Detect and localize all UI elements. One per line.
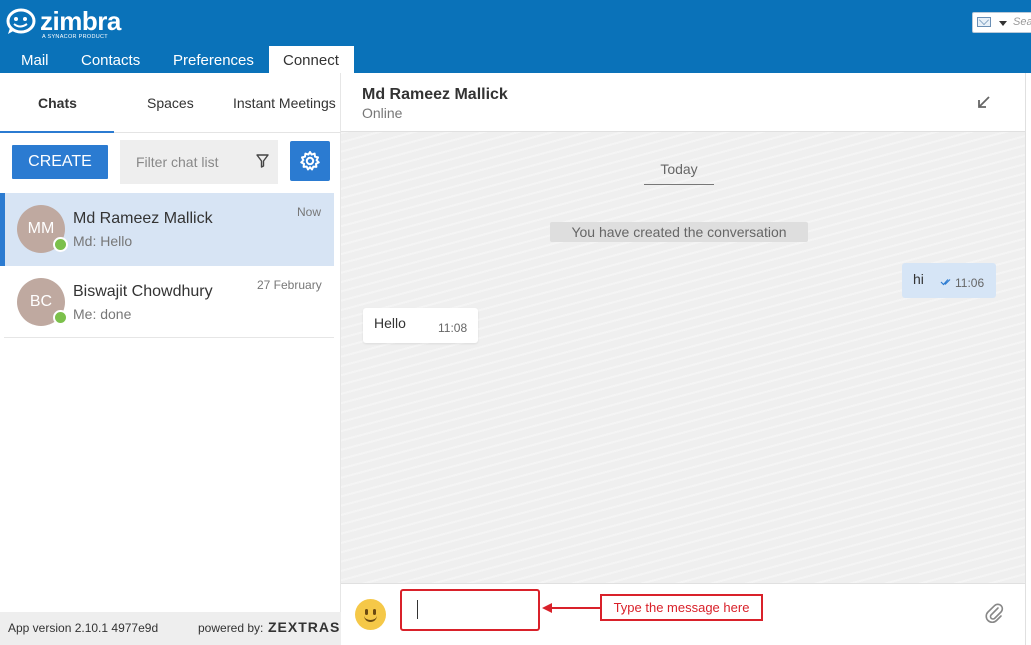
active-tab-indicator	[0, 131, 114, 133]
chat-last-message: Me: done	[73, 306, 132, 322]
attachment-icon[interactable]	[984, 602, 1004, 624]
search-placeholder[interactable]: Sea	[1013, 16, 1031, 28]
logo-text: zimbra	[40, 6, 121, 36]
sidebar-footer: App version 2.10.1 4977e9d powered by: Z…	[0, 612, 341, 645]
powered-by-label: powered by:	[198, 621, 264, 635]
day-separator: Today	[660, 161, 698, 177]
outgoing-message[interactable]: hi 11:06	[902, 263, 996, 298]
message-area: Today You have created the conversation …	[341, 132, 1025, 583]
tab-contacts[interactable]: Contacts	[81, 46, 140, 73]
read-check-icon	[940, 279, 951, 286]
minimize-icon[interactable]	[977, 95, 991, 109]
tab-instant-meetings[interactable]: Instant Meetings	[233, 95, 336, 111]
app-version: App version 2.10.1 4977e9d	[8, 621, 159, 635]
tab-mail[interactable]: Mail	[21, 46, 49, 73]
tab-spaces[interactable]: Spaces	[147, 95, 194, 111]
conversation-status: Online	[362, 105, 403, 121]
annotation-label: Type the message here	[600, 594, 763, 621]
day-separator-line	[644, 184, 714, 185]
zextras-logo: ZEXTRAS	[268, 619, 341, 635]
tab-connect[interactable]: Connect	[269, 46, 354, 73]
conversation-pane: Md Rameez Mallick Online Today You have …	[341, 73, 1031, 645]
emoji-mouth	[364, 615, 377, 622]
annotation-arrow-icon	[542, 603, 600, 613]
filter-placeholder: Filter chat list	[136, 154, 219, 170]
pane-edge	[1025, 73, 1031, 645]
chat-name: Md Rameez Mallick	[73, 210, 213, 227]
chat-settings-button[interactable]	[290, 141, 330, 181]
chat-time: 27 February	[257, 278, 322, 292]
online-status-icon	[53, 237, 68, 252]
emoji-icon[interactable]	[355, 599, 386, 630]
chevron-down-icon[interactable]	[999, 21, 1007, 26]
message-text: Hello	[374, 315, 406, 331]
chat-list-item[interactable]: BC Biswajit Chowdhury Me: done 27 Februa…	[0, 266, 334, 339]
search-box[interactable]: Sea	[972, 12, 1031, 33]
message-time: 11:08	[438, 321, 468, 335]
system-message: You have created the conversation	[550, 222, 808, 242]
mail-icon[interactable]	[977, 17, 991, 27]
create-button[interactable]: CREATE	[12, 145, 108, 179]
filter-chat-input[interactable]: Filter chat list	[120, 140, 278, 184]
message-input[interactable]	[400, 589, 540, 631]
filter-icon[interactable]	[256, 154, 269, 168]
tab-chats[interactable]: Chats	[38, 95, 77, 111]
text-cursor	[417, 600, 418, 619]
gear-icon	[300, 151, 320, 171]
conversation-header: Md Rameez Mallick Online	[341, 73, 1025, 132]
selected-indicator	[0, 193, 5, 266]
message-text: hi	[913, 271, 924, 287]
online-status-icon	[53, 310, 68, 325]
chat-name: Biswajit Chowdhury	[73, 283, 213, 300]
top-header: zimbra A SYNACOR PRODUCT Sea	[0, 0, 1031, 46]
tab-preferences[interactable]: Preferences	[173, 46, 254, 73]
conversation-title: Md Rameez Mallick	[362, 86, 508, 103]
zimbra-logo[interactable]: zimbra A SYNACOR PRODUCT	[6, 6, 121, 40]
message-time: 11:06	[955, 276, 985, 290]
app-tab-bar	[0, 46, 1031, 73]
chat-sidebar: Chats Spaces Instant Meetings CREATE Fil…	[0, 73, 341, 645]
chat-last-message: Md: Hello	[73, 233, 133, 249]
chat-time: Now	[297, 205, 322, 219]
incoming-message[interactable]: Hello 11:08	[363, 308, 478, 343]
chat-list-item[interactable]: MM Md Rameez Mallick Md: Hello Now	[0, 193, 334, 266]
zimbra-logo-icon	[6, 8, 36, 34]
list-divider	[4, 337, 334, 338]
logo-subtext: A SYNACOR PRODUCT	[42, 34, 108, 40]
